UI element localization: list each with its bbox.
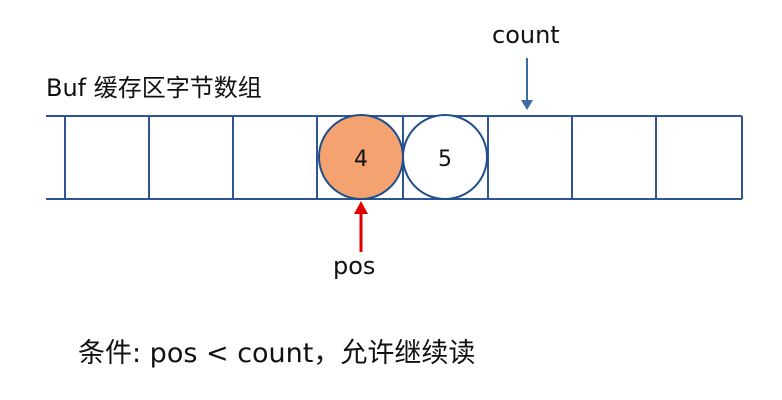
pos-arrow-head: [354, 201, 368, 214]
count-arrow-head: [521, 100, 533, 110]
buffer-diagram: count Buf 缓存区字节数组 4 5 pos 条件: pos < coun…: [0, 0, 782, 400]
buffer-byte-5-label: 5: [438, 147, 452, 172]
condition-text: 条件: pos < count，允许继续读: [78, 338, 476, 369]
pos-label: pos: [333, 252, 376, 280]
buffer-byte-4-label: 4: [354, 147, 368, 172]
